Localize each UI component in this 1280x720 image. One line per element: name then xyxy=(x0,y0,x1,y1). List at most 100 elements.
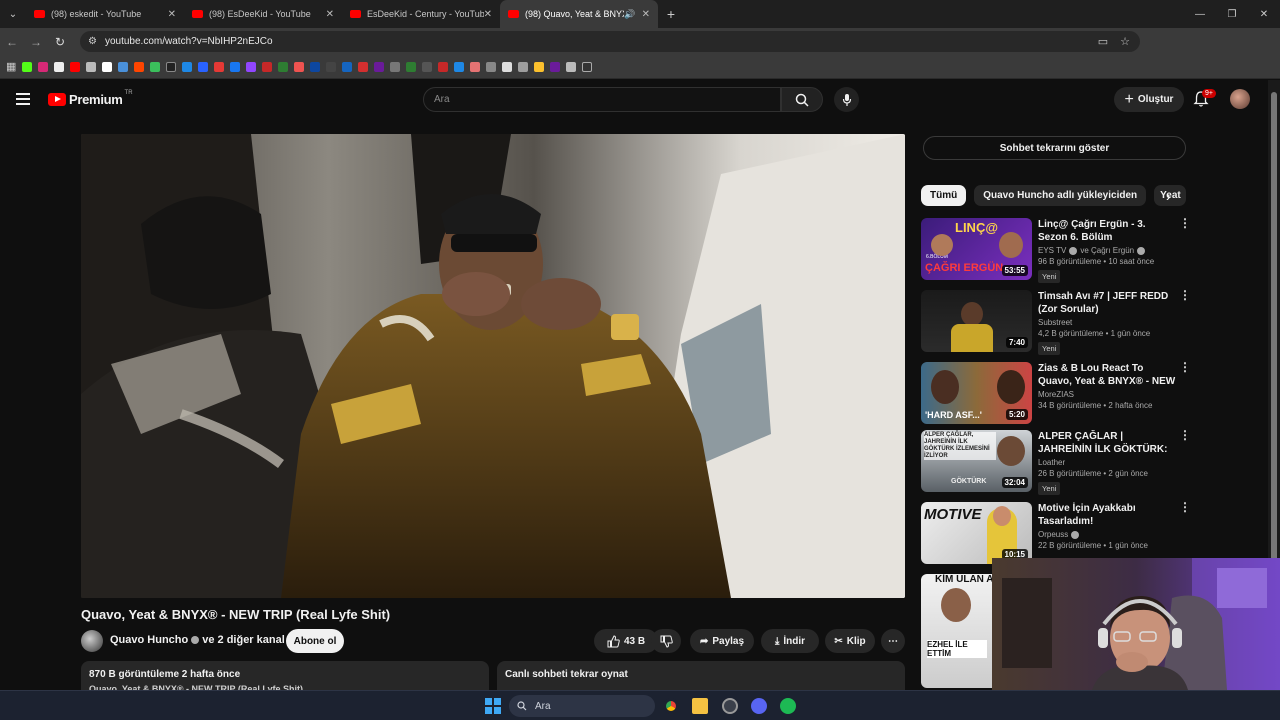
chevron-right-icon[interactable]: › xyxy=(1166,188,1171,204)
more-vertical-icon[interactable]: ⋮ xyxy=(1179,289,1191,301)
apps-grid-icon[interactable]: ▦ xyxy=(6,60,16,73)
bookmark-icon[interactable] xyxy=(534,61,545,72)
recommendation-item[interactable]: 7:40 Timsah Avı #7 | JEFF REDD (Zor Soru… xyxy=(921,289,1193,355)
channel-avatar[interactable] xyxy=(81,630,103,652)
forward-arrow-icon[interactable]: → xyxy=(24,28,48,55)
user-avatar[interactable] xyxy=(1230,89,1250,109)
site-info-icon[interactable]: ⚙ xyxy=(88,36,97,47)
recommendation-item[interactable]: MOTIVE 10:15 Motive İçin Ayakkabı Tasarl… xyxy=(921,501,1193,566)
bookmark-icon[interactable] xyxy=(438,61,449,72)
recommendation-item[interactable]: 'HARD ASF...' 5:20 Zias & B Lou React To… xyxy=(921,361,1193,426)
bookmark-icon[interactable] xyxy=(214,61,225,72)
search-button[interactable] xyxy=(781,87,823,112)
bookmark-icon[interactable] xyxy=(374,61,385,72)
browser-tab[interactable]: EsDeeKid - Century - YouTube ✕ xyxy=(342,0,500,28)
channel-name[interactable]: Quavo Huncho ve 2 diğer kanal xyxy=(110,634,285,646)
bookmark-icon[interactable] xyxy=(390,61,401,72)
back-arrow-icon[interactable]: ← xyxy=(0,28,24,55)
create-button[interactable]: + Oluştur xyxy=(1114,87,1184,112)
recommendation-item[interactable]: ALPER ÇAĞLAR, JAHREİNİN İLK GÖKTÜRK İZLE… xyxy=(921,429,1193,495)
bookmark-icon[interactable] xyxy=(342,61,353,72)
bookmark-icon[interactable] xyxy=(502,61,513,72)
discord-icon[interactable] xyxy=(751,698,767,714)
browser-tab-active[interactable]: (98) Quavo, Yeat & BNYX® 🔊 ✕ xyxy=(500,0,658,28)
bookmark-icon[interactable] xyxy=(566,61,577,72)
bookmark-icon[interactable] xyxy=(166,61,177,72)
reload-icon[interactable]: ↻ xyxy=(48,28,72,55)
voice-search-button[interactable] xyxy=(834,87,859,112)
bookmark-icon[interactable] xyxy=(470,61,481,72)
youtube-premium-logo[interactable]: Premium TR xyxy=(48,90,133,107)
bookmark-icon[interactable] xyxy=(278,61,289,72)
bookmark-icon[interactable] xyxy=(422,61,433,72)
show-chat-replay-button[interactable]: Sohbet tekrarını göster xyxy=(923,136,1186,160)
bookmark-icon[interactable] xyxy=(38,61,49,72)
bookmark-icon[interactable] xyxy=(198,61,209,72)
bookmark-icon[interactable] xyxy=(310,61,321,72)
windows-start-icon[interactable] xyxy=(485,698,501,714)
bookmark-icon[interactable] xyxy=(22,61,33,72)
chip-from-uploader[interactable]: Quavo Huncho adlı yükleyiciden xyxy=(974,185,1147,206)
bookmark-icon[interactable] xyxy=(150,61,161,72)
more-actions-button[interactable]: ⋯ xyxy=(881,629,905,653)
menu-icon[interactable] xyxy=(16,93,30,105)
bookmark-icon[interactable] xyxy=(102,61,113,72)
bookmark-icon[interactable] xyxy=(262,61,273,72)
minimize-icon[interactable]: — xyxy=(1184,0,1216,28)
channel-name[interactable]: Substreet xyxy=(1038,318,1176,327)
video-title[interactable]: Zias & B Lou React To Quavo, Yeat & BNYX… xyxy=(1038,362,1176,388)
video-title[interactable]: Motive İçin Ayakkabı Tasarladım! xyxy=(1038,502,1176,528)
close-icon[interactable]: ✕ xyxy=(484,9,492,20)
bookmark-icon[interactable] xyxy=(182,61,193,72)
bookmark-icon[interactable] xyxy=(326,61,337,72)
download-button[interactable]: ⤓ İndir xyxy=(761,629,819,653)
omnibox[interactable]: ⚙ youtube.com/watch?v=NbIHP2nEJCo ▭ ☆ xyxy=(80,31,1140,52)
close-icon[interactable]: ✕ xyxy=(326,9,334,20)
bookmark-icon[interactable] xyxy=(70,61,81,72)
browser-tab[interactable]: (98) eskedit - YouTube ✕ xyxy=(26,0,184,28)
chrome-icon[interactable] xyxy=(663,698,679,714)
bookmark-icon[interactable] xyxy=(134,61,145,72)
taskbar-search[interactable]: Ara xyxy=(509,695,655,717)
speaker-icon[interactable]: 🔊 xyxy=(624,9,635,20)
bookmark-icon[interactable] xyxy=(246,61,257,72)
like-button[interactable]: 43 B xyxy=(594,629,658,653)
close-icon[interactable]: ✕ xyxy=(168,9,176,20)
new-tab-button[interactable]: + xyxy=(658,6,684,22)
more-vertical-icon[interactable]: ⋮ xyxy=(1179,217,1191,229)
video-thumbnail[interactable]: ALPER ÇAĞLAR, JAHREİNİN İLK GÖKTÜRK İZLE… xyxy=(921,430,1032,492)
video-thumbnail[interactable]: 'HARD ASF...' 5:20 xyxy=(921,362,1032,424)
bookmark-star-icon[interactable]: ☆ xyxy=(1120,35,1130,48)
close-icon[interactable]: ✕ xyxy=(642,9,650,20)
live-chat-replay-panel[interactable]: Canlı sohbeti tekrar oynat xyxy=(497,661,905,691)
dislike-button[interactable] xyxy=(651,629,681,653)
window-close-icon[interactable]: ✕ xyxy=(1248,0,1280,28)
clip-button[interactable]: ✂ Klip xyxy=(825,629,875,653)
browser-tab[interactable]: (98) EsDeeKid - YouTube ✕ xyxy=(184,0,342,28)
bookmark-icon[interactable] xyxy=(294,61,305,72)
recommendation-item[interactable]: LINÇ@ 6.BÖLÜM ÇAĞRI ERGÜN 53:55 Linç@ Ça… xyxy=(921,217,1193,283)
app-icon[interactable] xyxy=(722,698,738,714)
video-title[interactable]: Linç@ Çağrı Ergün - 3. Sezon 6. Bölüm xyxy=(1038,218,1176,244)
bookmark-icon[interactable] xyxy=(454,61,465,72)
more-vertical-icon[interactable]: ⋮ xyxy=(1179,361,1191,373)
video-title[interactable]: Timsah Avı #7 | JEFF REDD (Zor Sorular) xyxy=(1038,290,1176,316)
url-text[interactable]: youtube.com/watch?v=NbIHP2nEJCo xyxy=(105,36,273,47)
search-input[interactable]: Ara xyxy=(423,87,781,112)
share-button[interactable]: ➦ Paylaş xyxy=(690,629,754,653)
channel-line[interactable]: Orpeuss xyxy=(1038,530,1176,539)
bookmark-icon[interactable] xyxy=(582,61,593,72)
video-title[interactable]: ALPER ÇAĞLAR | JAHREİNİN İLK GÖKTÜRK: Ön… xyxy=(1038,430,1176,456)
tab-search-button[interactable]: ⌄ xyxy=(0,0,26,28)
file-explorer-icon[interactable] xyxy=(692,698,708,714)
bookmark-icon[interactable] xyxy=(230,61,241,72)
chip-all[interactable]: Tümü xyxy=(921,185,967,206)
video-player[interactable] xyxy=(81,134,905,598)
bookmark-icon[interactable] xyxy=(86,61,97,72)
video-thumbnail[interactable]: LINÇ@ 6.BÖLÜM ÇAĞRI ERGÜN 53:55 xyxy=(921,218,1032,280)
video-thumbnail[interactable]: MOTIVE 10:15 xyxy=(921,502,1032,564)
video-thumbnail[interactable]: 7:40 xyxy=(921,290,1032,352)
cast-icon[interactable]: ▭ xyxy=(1098,35,1108,48)
spotify-icon[interactable] xyxy=(780,698,796,714)
more-vertical-icon[interactable]: ⋮ xyxy=(1179,501,1191,513)
